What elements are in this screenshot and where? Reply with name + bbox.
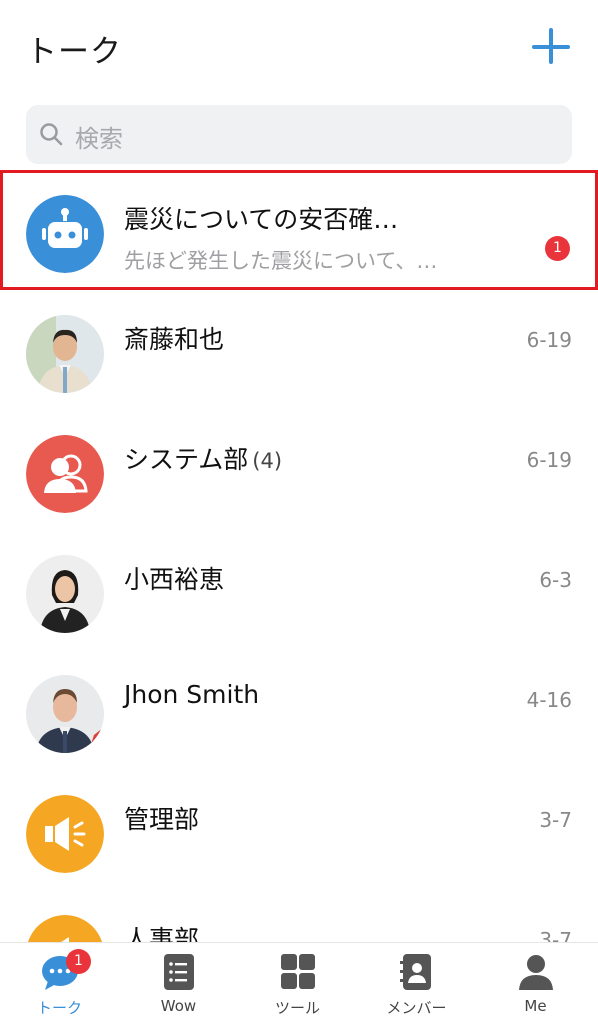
search-placeholder: 検索 bbox=[75, 125, 123, 153]
person-icon bbox=[519, 955, 553, 990]
chat-row[interactable]: システム部 (4) 6-19 bbox=[0, 410, 598, 530]
tab-label: ツール bbox=[274, 999, 320, 1017]
chat-name: Jhon Smith bbox=[124, 680, 260, 709]
avatar bbox=[26, 315, 104, 393]
tab-wow[interactable]: Wow bbox=[119, 943, 238, 1024]
member-count: (4) bbox=[252, 449, 283, 473]
robot-icon bbox=[26, 195, 104, 273]
chat-list: 震災についての安否確… 先ほど発生した震災について、… 1 斎藤和也 6-19 bbox=[0, 170, 598, 942]
grid-icon bbox=[281, 954, 315, 989]
avatar bbox=[26, 555, 104, 633]
tab-label: Me bbox=[524, 997, 547, 1015]
chat-row[interactable]: 小西裕恵 6-3 bbox=[0, 530, 598, 650]
chat-name: 人事部 bbox=[124, 925, 200, 942]
tab-members[interactable]: メンバー bbox=[357, 943, 476, 1024]
chat-row[interactable]: 人事部 3-7 bbox=[0, 890, 598, 942]
chat-name: 小西裕恵 bbox=[124, 565, 225, 594]
megaphone-icon bbox=[27, 915, 103, 942]
avatar bbox=[26, 675, 104, 753]
chat-date: 6-19 bbox=[526, 328, 572, 352]
man-photo-icon bbox=[26, 675, 104, 753]
megaphone-avatar bbox=[26, 795, 104, 873]
chat-date: 4-16 bbox=[526, 688, 572, 712]
robot-avatar bbox=[26, 195, 104, 273]
chat-date: 3-7 bbox=[539, 808, 572, 832]
woman-photo-icon bbox=[26, 555, 104, 633]
chat-name: 管理部 bbox=[124, 805, 200, 834]
chat-row[interactable]: 管理部 3-7 bbox=[0, 770, 598, 890]
tab-label: メンバー bbox=[386, 999, 447, 1017]
tab-label: Wow bbox=[160, 997, 197, 1015]
tab-bar: 1 トーク Wow ツール メンバー Me bbox=[0, 942, 598, 1024]
chat-name-text: システム部 bbox=[124, 445, 249, 474]
tab-tools[interactable]: ツール bbox=[238, 943, 357, 1024]
chat-row[interactable]: 震災についての安否確… 先ほど発生した震災について、… 1 bbox=[0, 170, 598, 290]
chat-row[interactable]: Jhon Smith 4-16 bbox=[0, 650, 598, 770]
chat-name: システム部 (4) bbox=[124, 440, 282, 476]
man-photo-icon bbox=[26, 315, 104, 393]
chat-date: 6-3 bbox=[539, 568, 572, 592]
tab-me[interactable]: Me bbox=[476, 943, 595, 1024]
tab-unread-badge: 1 bbox=[66, 949, 91, 974]
list-icon bbox=[164, 954, 194, 990]
group-avatar bbox=[26, 435, 104, 513]
unread-badge: 1 bbox=[545, 236, 570, 261]
chat-row[interactable]: 斎藤和也 6-19 bbox=[0, 290, 598, 410]
search-icon bbox=[40, 123, 63, 146]
chat-name: 斎藤和也 bbox=[124, 325, 225, 354]
chat-name: 震災についての安否確… bbox=[124, 205, 399, 234]
chat-date: 6-19 bbox=[526, 448, 572, 472]
tab-label: トーク bbox=[36, 999, 82, 1017]
header: トーク bbox=[0, 0, 598, 96]
search-bar[interactable]: 検索 bbox=[26, 105, 572, 164]
chat-date: 3-7 bbox=[539, 928, 572, 942]
add-button[interactable] bbox=[530, 26, 572, 68]
page-title: トーク bbox=[26, 34, 122, 70]
chat-preview: 先ほど発生した震災について、… bbox=[124, 249, 438, 273]
megaphone-icon bbox=[26, 795, 104, 873]
tab-talk[interactable]: 1 トーク bbox=[0, 943, 119, 1024]
group-icon bbox=[26, 435, 104, 513]
contacts-icon bbox=[400, 954, 431, 990]
megaphone-avatar bbox=[26, 915, 104, 942]
